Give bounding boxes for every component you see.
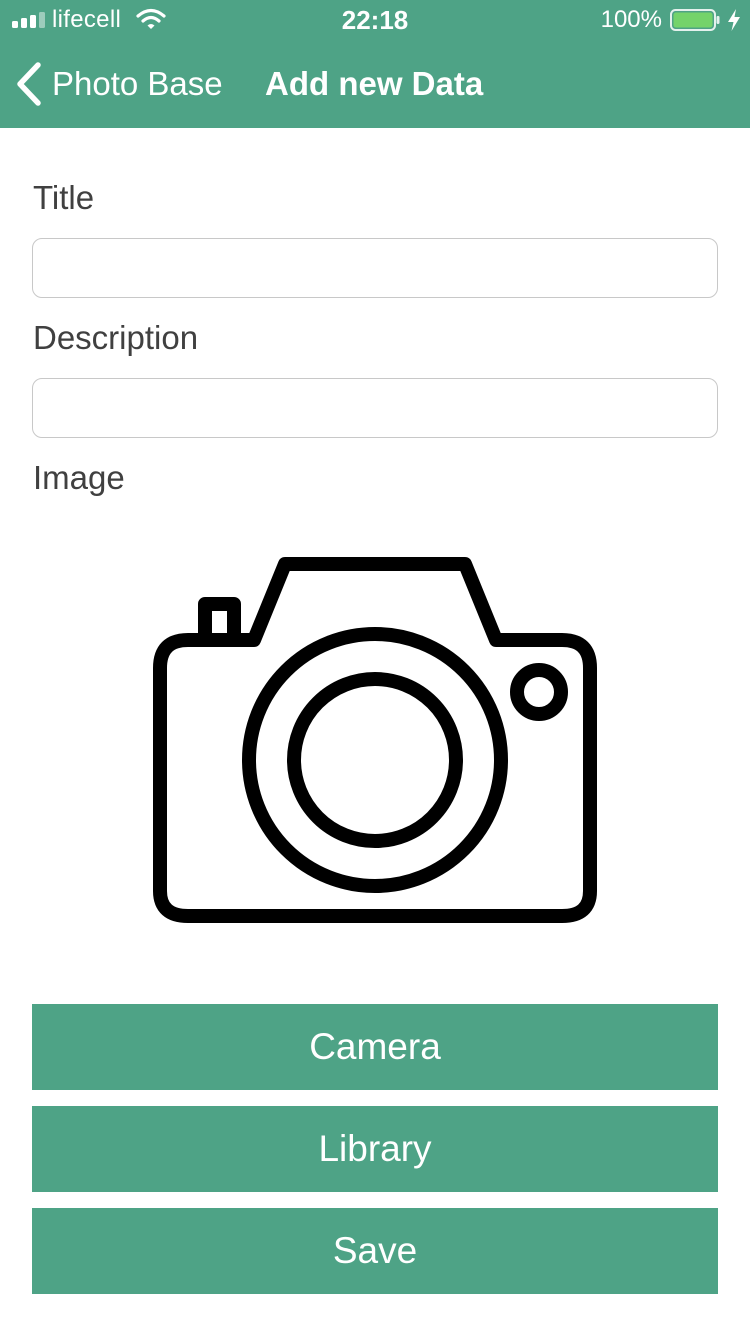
charging-bolt-icon [728,9,740,31]
status-bar: lifecell 22:18 100% [0,0,750,40]
navigation-bar: lifecell 22:18 100% Photo Base Add new D… [0,0,750,128]
title-label: Title [33,179,95,216]
camera-button[interactable]: Camera [32,1004,718,1090]
chevron-left-icon [17,62,41,106]
battery-icon [670,9,720,31]
image-label: Image [33,459,125,496]
battery-percentage: 100% [600,6,662,33]
camera-icon [153,557,597,923]
page-title: Add new Data [265,65,484,102]
back-button[interactable]: Photo Base [14,60,223,108]
description-input[interactable] [32,378,718,438]
library-button[interactable]: Library [32,1106,718,1192]
title-input[interactable] [32,238,718,298]
save-button[interactable]: Save [32,1208,718,1294]
description-label: Description [33,319,199,356]
back-button-label: Photo Base [52,65,223,102]
